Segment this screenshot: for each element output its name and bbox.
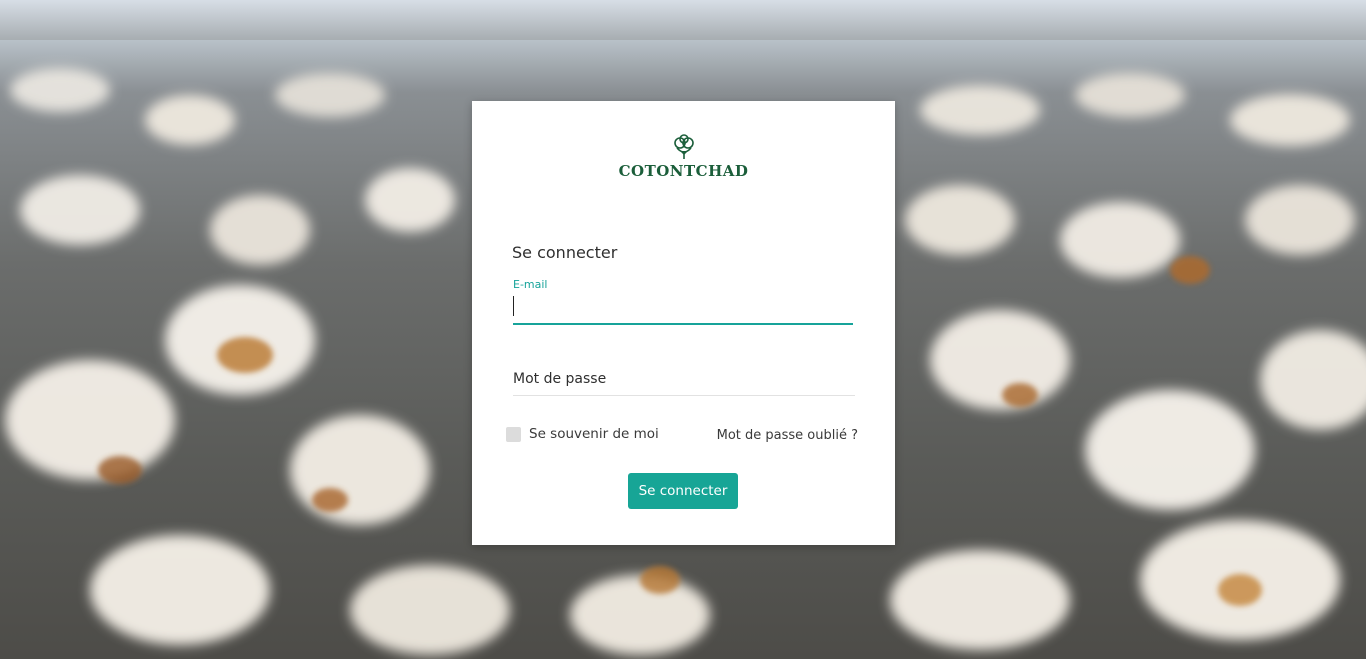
email-field[interactable]: [513, 293, 853, 325]
login-title: Se connecter: [512, 243, 618, 262]
password-field-group: [513, 363, 855, 396]
password-field[interactable]: [513, 363, 855, 396]
email-field-group: E-mail: [513, 278, 853, 325]
remember-me-checkbox[interactable]: [506, 426, 521, 442]
remember-me-label: Se souvenir de moi: [529, 426, 659, 442]
remember-me[interactable]: Se souvenir de moi: [506, 426, 659, 442]
login-card: COTONTCHAD Se connecter E-mail Se souven…: [472, 101, 895, 545]
email-label: E-mail: [513, 278, 548, 291]
login-button[interactable]: Se connecter: [628, 473, 738, 509]
forgot-password-link[interactable]: Mot de passe oublié ?: [717, 428, 858, 443]
cotton-boll-icon: [673, 134, 694, 159]
brand-logo: COTONTCHAD: [472, 134, 895, 180]
text-caret: [513, 296, 514, 316]
brand-name: COTONTCHAD: [618, 162, 749, 180]
